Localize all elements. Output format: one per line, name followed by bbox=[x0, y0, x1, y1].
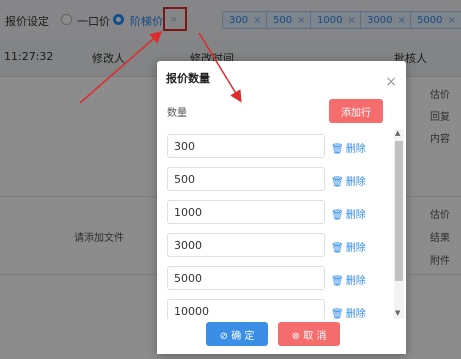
delete-button[interactable]: 🗑 删除 bbox=[331, 305, 366, 319]
trash-icon: 🗑 bbox=[331, 144, 344, 155]
dialog-footer: ⊘ 确 定 ⊗ 取 消 bbox=[157, 319, 406, 354]
list-item: 🗑删除 bbox=[157, 195, 406, 228]
list-item: 🗑删除 bbox=[157, 129, 406, 162]
quantity-input[interactable] bbox=[167, 200, 325, 224]
close-circle-icon: ⊗ bbox=[291, 330, 300, 342]
quantity-list: 🗑删除 🗑删除 🗑删除 🗑删除 🗑删除 🗑删除 bbox=[157, 129, 406, 319]
quantity-input[interactable] bbox=[167, 266, 325, 290]
list-item: 🗑删除 bbox=[157, 228, 406, 261]
delete-button[interactable]: 🗑 删除 bbox=[331, 239, 366, 254]
trash-icon: 🗑 bbox=[331, 309, 344, 319]
quantity-input[interactable] bbox=[167, 299, 325, 319]
confirm-button[interactable]: ⊘ 确 定 bbox=[206, 322, 268, 346]
quantity-column-label: 数量 bbox=[167, 108, 187, 119]
quantity-input[interactable] bbox=[167, 167, 325, 191]
trash-icon: 🗑 bbox=[331, 243, 344, 254]
trash-icon: 🗑 bbox=[331, 210, 344, 221]
scroll-down-icon[interactable]: ▼ bbox=[395, 309, 400, 317]
check-circle-icon: ⊘ bbox=[219, 330, 228, 342]
list-item: 🗑删除 bbox=[157, 162, 406, 195]
cancel-button[interactable]: ⊗ 取 消 bbox=[278, 322, 340, 346]
scroll-up-icon[interactable]: ▲ bbox=[395, 129, 400, 137]
delete-button[interactable]: 🗑 删除 bbox=[331, 206, 366, 221]
list-item: 🗑删除 bbox=[157, 261, 406, 294]
delete-button[interactable]: 🗑 删除 bbox=[331, 173, 366, 188]
quantity-input[interactable] bbox=[167, 134, 325, 158]
dialog-title: 报价数量 bbox=[166, 72, 210, 85]
scrollbar-thumb[interactable] bbox=[395, 141, 403, 281]
delete-button[interactable]: 🗑 删除 bbox=[331, 272, 366, 287]
list-item: 🗑删除 bbox=[157, 294, 406, 319]
add-row-button[interactable]: 添加行 bbox=[329, 99, 383, 123]
quantity-dialog: 报价数量 × 数量 添加行 🗑删除 🗑删除 🗑删除 🗑删除 🗑删除 🗑删除 bbox=[157, 61, 406, 354]
trash-icon: 🗑 bbox=[331, 177, 344, 188]
trash-icon: 🗑 bbox=[331, 276, 344, 287]
close-icon[interactable]: × bbox=[385, 75, 397, 89]
delete-button[interactable]: 🗑 删除 bbox=[331, 140, 366, 155]
quantity-input[interactable] bbox=[167, 233, 325, 257]
